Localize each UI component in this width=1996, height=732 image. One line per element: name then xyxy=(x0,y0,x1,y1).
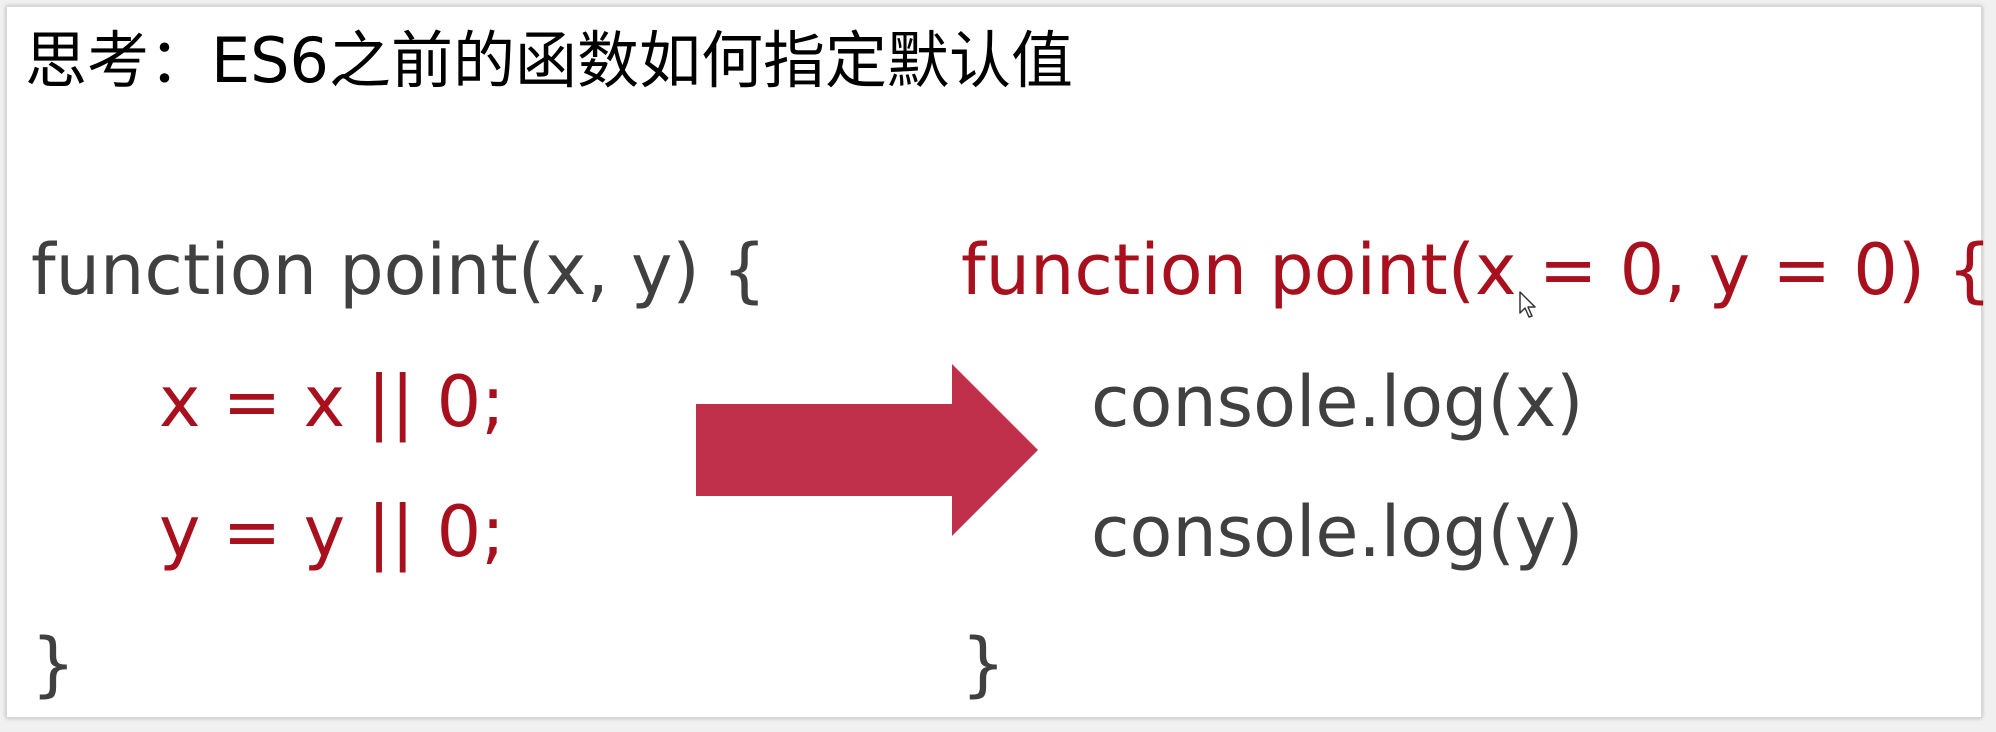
slide-title: 思考：ES6之前的函数如何指定默认值 xyxy=(25,24,1073,97)
right-code-line-1: function point(x = 0, y = 0) { xyxy=(961,229,1992,311)
right-code-line-3: console.log(y) xyxy=(1091,491,1584,573)
right-code-line-2: console.log(x) xyxy=(1091,361,1584,443)
mouse-pointer-icon xyxy=(1519,291,1536,318)
right-arrow-icon xyxy=(696,364,1038,536)
left-code-line-1: function point(x, y) { xyxy=(31,229,767,311)
left-code-line-4: } xyxy=(31,623,76,705)
left-code-line-3: y = y || 0; xyxy=(159,491,505,573)
right-code-line-4: } xyxy=(961,623,1006,705)
slide: 思考：ES6之前的函数如何指定默认值 function point(x, y) … xyxy=(6,6,1992,718)
left-code-line-2: x = x || 0; xyxy=(159,361,505,443)
